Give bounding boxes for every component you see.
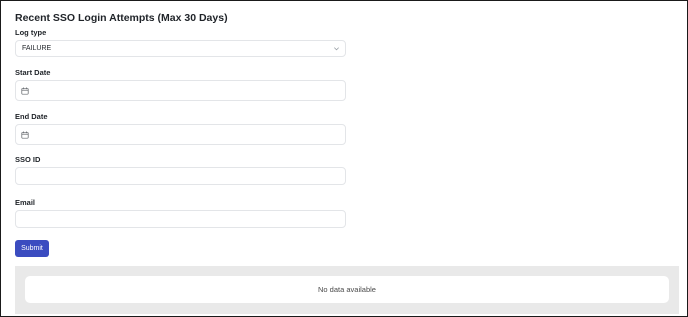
log-type-selected-value: FAILURE [22, 45, 52, 52]
page-title: Recent SSO Login Attempts (Max 30 Days) [15, 12, 228, 24]
email-input[interactable] [16, 214, 345, 231]
results-panel: No data available [15, 266, 679, 314]
end-date-input[interactable] [15, 124, 346, 145]
email-label: Email [15, 198, 36, 207]
log-type-select[interactable]: FAILURE [15, 40, 346, 57]
log-type-label: Log type [15, 28, 47, 37]
chevron-down-icon [334, 47, 339, 51]
end-date-label: End Date [15, 112, 48, 121]
sso-id-input[interactable] [16, 171, 345, 188]
sso-id-field[interactable] [15, 167, 346, 188]
calendar-icon[interactable] [21, 131, 29, 139]
email-field[interactable] [15, 210, 346, 231]
start-date-label: Start Date [15, 68, 51, 77]
sso-login-attempts-panel: Recent SSO Login Attempts (Max 30 Days) … [0, 0, 688, 317]
no-data-message: No data available [318, 285, 376, 294]
submit-button[interactable]: Submit [15, 240, 49, 257]
calendar-icon[interactable] [21, 87, 29, 95]
sso-id-label: SSO ID [15, 155, 41, 164]
results-empty-card: No data available [25, 276, 669, 303]
start-date-input[interactable] [15, 80, 346, 101]
